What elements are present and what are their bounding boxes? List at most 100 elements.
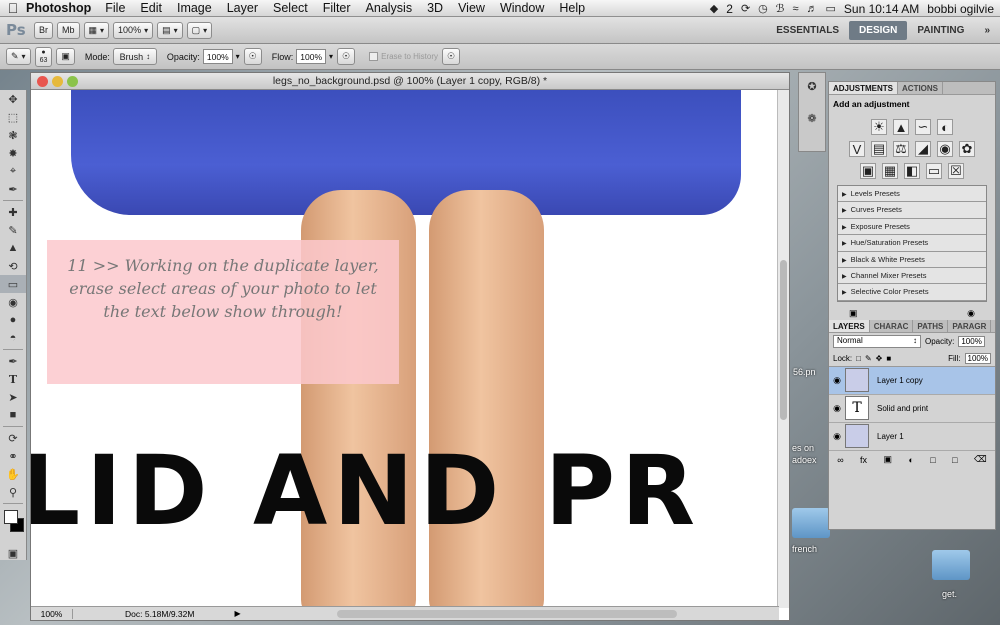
user-name[interactable]: bobbi ogilvie bbox=[927, 2, 994, 16]
black-white-icon[interactable]: ◢ bbox=[915, 141, 931, 157]
lock-position-icon[interactable]: ✥ bbox=[876, 354, 883, 363]
horizontal-scrollbar[interactable] bbox=[337, 610, 677, 618]
menu-layer[interactable]: Layer bbox=[227, 1, 258, 15]
lock-pixels-icon[interactable]: ✎ bbox=[865, 354, 872, 363]
airbrush-pressure-icon[interactable]: ☉ bbox=[243, 48, 262, 65]
layer-row-layer-1[interactable]: ◉ Layer 1 bbox=[829, 423, 995, 451]
history-brush-tool-icon[interactable]: ⟲ bbox=[0, 257, 26, 275]
erase-history-checkbox[interactable] bbox=[369, 52, 379, 61]
menu-app-name[interactable]: Photoshop bbox=[26, 1, 91, 15]
crop-tool-icon[interactable]: ⌖ bbox=[0, 162, 26, 180]
desktop-folder-label[interactable]: get. bbox=[942, 589, 957, 599]
layer-style-icon[interactable]: fx bbox=[860, 455, 867, 465]
minimize-window-icon[interactable] bbox=[52, 76, 63, 87]
pen-tool-icon[interactable]: ✒ bbox=[0, 352, 26, 370]
visibility-eye-icon[interactable]: ◉ bbox=[829, 375, 845, 386]
menu-select[interactable]: Select bbox=[273, 1, 308, 15]
tool-preset-picker[interactable]: ✎ ▾ bbox=[6, 48, 31, 65]
new-layer-icon[interactable]: □ bbox=[952, 455, 957, 465]
bridge-button[interactable]: Br bbox=[34, 21, 53, 39]
image-canvas[interactable]: LID AND PR 11 >> Working on the duplicat… bbox=[31, 90, 779, 608]
marquee-tool-icon[interactable]: ⬚ bbox=[0, 108, 26, 126]
shape-tool-icon[interactable]: ■ bbox=[0, 406, 26, 424]
fill-field[interactable]: 100% bbox=[964, 352, 991, 364]
preset-black-white[interactable]: ▶ Black & White Presets bbox=[838, 252, 986, 268]
menu-3d[interactable]: 3D bbox=[427, 1, 443, 15]
desktop-file-label[interactable]: 56.pn bbox=[793, 367, 816, 377]
move-tool-icon[interactable]: ✥ bbox=[0, 90, 26, 108]
posterize-icon[interactable]: ▦ bbox=[882, 163, 898, 179]
desktop-file-label[interactable]: adoex bbox=[792, 455, 817, 465]
status-zoom-field[interactable]: 100% bbox=[31, 608, 73, 619]
lock-transparent-icon[interactable]: □ bbox=[856, 354, 861, 363]
preset-levels[interactable]: ▶ Levels Presets bbox=[838, 186, 986, 203]
dodge-tool-icon[interactable]: ◓ bbox=[0, 329, 26, 347]
layer-row-layer-1-copy[interactable]: ◉ Layer 1 copy bbox=[829, 366, 995, 395]
tab-adjustments[interactable]: ADJUSTMENTS bbox=[829, 82, 899, 94]
mode-dropdown[interactable]: Brush ↕ bbox=[112, 48, 157, 65]
levels-icon[interactable]: ▲ bbox=[893, 119, 909, 135]
channel-mixer-icon[interactable]: ✿ bbox=[959, 141, 975, 157]
lasso-tool-icon[interactable]: ❃ bbox=[0, 126, 26, 144]
color-balance-icon[interactable]: ⚖ bbox=[893, 141, 909, 157]
brightness-contrast-icon[interactable]: ☀ bbox=[871, 119, 887, 135]
preset-curves[interactable]: ▶ Curves Presets bbox=[838, 202, 986, 219]
workspace-painting[interactable]: PAINTING bbox=[907, 25, 974, 36]
foreground-color-swatch[interactable] bbox=[4, 510, 18, 524]
close-window-icon[interactable] bbox=[37, 76, 48, 87]
healing-brush-tool-icon[interactable]: ✚ bbox=[0, 203, 26, 221]
status-menu-arrow-icon[interactable]: ▶ bbox=[234, 609, 240, 618]
blur-tool-icon[interactable]: ● bbox=[0, 311, 26, 329]
preset-hue-saturation[interactable]: ▶ Hue/Saturation Presets bbox=[838, 235, 986, 252]
photo-filter-icon[interactable]: ◉ bbox=[937, 141, 953, 157]
flow-slider-toggle[interactable]: ▾ bbox=[329, 52, 333, 61]
menu-file[interactable]: File bbox=[105, 1, 125, 15]
brush-picker[interactable]: ● 63 bbox=[34, 46, 53, 67]
vibrance-icon[interactable]: V bbox=[849, 141, 865, 157]
delete-layer-icon[interactable]: ⌫ bbox=[974, 454, 987, 465]
workspace-overflow[interactable]: » bbox=[974, 25, 1000, 36]
quick-mask-icon[interactable]: ▣ bbox=[0, 544, 26, 562]
clone-stamp-tool-icon[interactable]: ▲ bbox=[0, 239, 26, 257]
vertical-scrollbar[interactable] bbox=[777, 90, 789, 608]
zoom-level-dropdown[interactable]: 100% ▾ bbox=[113, 21, 154, 39]
vertical-scroll-thumb[interactable] bbox=[780, 260, 787, 420]
blend-mode-dropdown[interactable]: Normal ↕ bbox=[833, 335, 921, 349]
screen-mode-button[interactable]: ▢ ▾ bbox=[186, 21, 213, 39]
brush-panel-toggle[interactable]: ▣ bbox=[56, 48, 75, 65]
selective-color-icon[interactable]: ☒ bbox=[948, 163, 964, 179]
clock[interactable]: Sun 10:14 AM bbox=[844, 2, 919, 16]
threshold-icon[interactable]: ◧ bbox=[904, 163, 920, 179]
eyedropper-tool-icon[interactable]: ✒ bbox=[0, 180, 26, 198]
add-mask-icon[interactable]: ▣ bbox=[883, 454, 892, 465]
preset-channel-mixer[interactable]: ▶ Channel Mixer Presets bbox=[838, 268, 986, 285]
gradient-map-icon[interactable]: ▭ bbox=[926, 163, 942, 179]
adjustments-menu-icon[interactable]: ◉ bbox=[967, 308, 975, 318]
curves-icon[interactable]: ∽ bbox=[915, 119, 931, 135]
document-titlebar[interactable]: legs_no_background.psd @ 100% (Layer 1 c… bbox=[31, 73, 789, 90]
arrange-documents-button[interactable]: ▤ ▾ bbox=[157, 21, 183, 39]
volume-icon[interactable]: ♬ bbox=[806, 3, 817, 15]
apple-icon[interactable]:  bbox=[0, 0, 26, 16]
tab-character[interactable]: CHARAC bbox=[870, 319, 914, 332]
workspace-design[interactable]: DESIGN bbox=[849, 21, 908, 40]
workspace-essentials[interactable]: ESSENTIALS bbox=[766, 25, 849, 36]
quick-select-tool-icon[interactable]: ✸ bbox=[0, 144, 26, 162]
view-extras-button[interactable]: ▦ ▾ bbox=[83, 21, 110, 39]
tab-actions[interactable]: ACTIONS bbox=[898, 82, 944, 94]
zoom-window-icon[interactable] bbox=[67, 76, 78, 87]
history-panel-icon[interactable]: ✪ bbox=[799, 77, 825, 95]
bluetooth-icon[interactable]: ℬ bbox=[776, 2, 785, 15]
tablet-pressure-icon[interactable]: ☉ bbox=[442, 48, 461, 65]
new-group-icon[interactable]: □ bbox=[930, 455, 935, 465]
visibility-eye-icon[interactable]: ◉ bbox=[829, 403, 845, 414]
color-swatches[interactable] bbox=[0, 506, 26, 544]
preset-exposure[interactable]: ▶ Exposure Presets bbox=[838, 219, 986, 236]
opacity-slider-toggle[interactable]: ▾ bbox=[236, 52, 240, 61]
hand-tool-icon[interactable]: ✋ bbox=[0, 465, 26, 483]
lock-all-icon[interactable]: ■ bbox=[886, 354, 891, 363]
paint-bucket-tool-icon[interactable]: ◉ bbox=[0, 293, 26, 311]
invert-icon[interactable]: ▣ bbox=[860, 163, 876, 179]
type-tool-icon[interactable]: T bbox=[0, 370, 26, 388]
folder-icon[interactable] bbox=[792, 508, 830, 538]
